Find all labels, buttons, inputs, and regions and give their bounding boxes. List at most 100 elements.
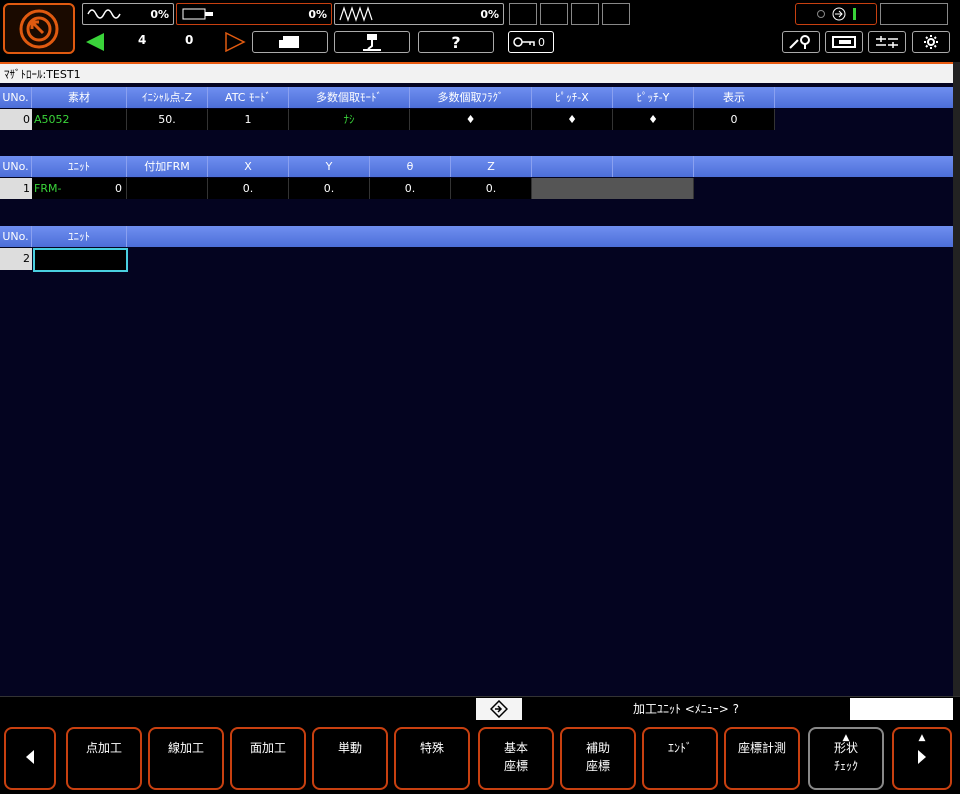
key-counter[interactable]: 0 xyxy=(508,31,554,53)
next-page-icon[interactable] xyxy=(222,30,248,54)
home-logo-button[interactable] xyxy=(3,3,75,54)
t1-multi-flag-cell[interactable]: ♦ xyxy=(410,109,532,130)
t2-col-z: Z xyxy=(451,156,532,177)
fkey-special[interactable]: 特殊 xyxy=(394,727,470,790)
input-mode-icon[interactable] xyxy=(476,698,522,720)
t3-col-unit: ﾕﾆｯﾄ xyxy=(32,226,127,247)
t1-multi-mode-cell[interactable]: ﾅｼ xyxy=(289,109,410,130)
zigzag-icon xyxy=(339,6,373,22)
connection-status[interactable] xyxy=(795,3,877,25)
status-slot-4 xyxy=(602,3,630,25)
t3-row-uno[interactable]: 2 xyxy=(0,248,32,270)
fkey-shape-check[interactable]: ▲ 形状 ﾁｪｯｸ xyxy=(808,727,884,790)
tool-data-button[interactable] xyxy=(825,31,863,53)
mazak-logo-icon xyxy=(19,9,59,48)
t2-frm-cell[interactable] xyxy=(127,178,208,199)
fkey-point-machining[interactable]: 点加工 xyxy=(66,727,142,790)
table-row: 0 A5052 50. 1 ﾅｼ ♦ ♦ ♦ 0 xyxy=(0,109,953,130)
t1-display-cell[interactable]: 0 xyxy=(694,109,775,130)
t1-col-atc-mode: ATC ﾓｰﾄﾞ xyxy=(208,87,289,108)
t2-col-frm: 付加FRM xyxy=(127,156,208,177)
status-slot-2 xyxy=(540,3,568,25)
t2-col-x: X xyxy=(208,156,289,177)
fkey-line-machining[interactable]: 線加工 xyxy=(148,727,224,790)
t1-col-multi-flag: 多数個取ﾌﾗｸﾞ xyxy=(410,87,532,108)
fkey-basic-coordinates-line1: 基本 xyxy=(503,741,528,755)
t1-col-pitch-x: ﾋﾟｯﾁ-X xyxy=(532,87,613,108)
fkey-end[interactable]: ｴﾝﾄﾞ xyxy=(642,727,718,790)
t2-unit-cell[interactable]: FRM- xyxy=(32,178,98,199)
fkey-face-machining[interactable]: 面加工 xyxy=(230,727,306,790)
counter-b: 0 xyxy=(185,33,194,47)
fkey-basic-coordinates-line2: 座標 xyxy=(503,759,528,773)
workpiece-icon xyxy=(279,36,299,48)
t2-z-cell[interactable]: 0. xyxy=(451,178,532,199)
maintenance-button[interactable] xyxy=(782,31,820,53)
status-bar-icon xyxy=(852,8,856,20)
t2-col-theta: θ xyxy=(370,156,451,177)
tool-button[interactable] xyxy=(334,31,410,53)
t2-y-cell[interactable]: 0. xyxy=(289,178,370,199)
status-dot-icon xyxy=(816,10,825,18)
t2-x-cell[interactable]: 0. xyxy=(208,178,289,199)
fkey-coordinate-measure[interactable]: 座標計測 xyxy=(724,727,800,790)
t1-material-cell[interactable]: A5052 xyxy=(32,109,127,130)
table-row: 2 xyxy=(0,248,953,272)
t2-col-unit: ﾕﾆｯﾄ xyxy=(32,156,127,177)
prompt-message: 加工ﾕﾆｯﾄ <ﾒﾆｭｰ> ? xyxy=(522,698,850,720)
meter3-value: 0% xyxy=(480,7,499,21)
status-slot-3 xyxy=(571,3,599,25)
key-count: 0 xyxy=(538,35,545,49)
meter2-value: 0% xyxy=(308,7,327,21)
t2-disabled-cell xyxy=(532,178,694,199)
program-editor: UNo. 素材 ｲﾆｼｬﾙ点-Z ATC ﾓｰﾄﾞ 多数個取ﾓｰﾄﾞ 多数個取ﾌ… xyxy=(0,83,953,696)
t1-pitch-y-cell[interactable]: ♦ xyxy=(613,109,694,130)
fkey-basic-coordinates[interactable]: 基本 座標 xyxy=(478,727,554,790)
table-row: 1 FRM- 0 0. 0. 0. 0. xyxy=(0,178,953,199)
settings-button[interactable] xyxy=(912,31,950,53)
t2-unit-number-cell[interactable]: 0 xyxy=(98,178,127,199)
t2-col-y: Y xyxy=(289,156,370,177)
counter-a: 4 xyxy=(138,33,147,47)
menu-next-button[interactable]: ▲ xyxy=(892,727,952,790)
fkey-aux-coordinates-line2: 座標 xyxy=(585,759,610,773)
t1-col-material: 素材 xyxy=(32,87,127,108)
t1-col-initial-z: ｲﾆｼｬﾙ点-Z xyxy=(127,87,208,108)
meter1-value: 0% xyxy=(150,7,169,21)
t1-col-display: 表示 xyxy=(694,87,775,108)
t1-row-uno[interactable]: 0 xyxy=(0,109,32,130)
fkey-aux-coordinates[interactable]: 補助 座標 xyxy=(560,727,636,790)
t2-col-uno: UNo. xyxy=(0,156,32,177)
wrench-pin-icon xyxy=(789,35,810,49)
t1-col-multi-mode: 多数個取ﾓｰﾄﾞ xyxy=(289,87,410,108)
tool-data-icon xyxy=(832,36,856,48)
key-icon xyxy=(513,37,535,47)
help-button[interactable]: ? xyxy=(418,31,494,53)
t3-unit-cursor-cell[interactable] xyxy=(33,248,128,272)
t2-theta-cell[interactable]: 0. xyxy=(370,178,451,199)
parameter-icon xyxy=(876,36,898,48)
fkey-manual[interactable]: 単動 xyxy=(312,727,388,790)
parameter-button[interactable] xyxy=(868,31,906,53)
t1-initial-z-cell[interactable]: 50. xyxy=(127,109,208,130)
t1-pitch-x-cell[interactable]: ♦ xyxy=(532,109,613,130)
chevron-left-icon xyxy=(26,750,34,764)
t2-row-uno[interactable]: 1 xyxy=(0,178,32,199)
t3-col-uno: UNo. xyxy=(0,226,32,247)
prev-page-icon[interactable] xyxy=(82,30,108,54)
t1-col-pitch-y: ﾋﾟｯﾁ-Y xyxy=(613,87,694,108)
status-slot-right xyxy=(880,3,948,25)
menu-prev-button[interactable] xyxy=(4,727,56,790)
chevron-right-icon xyxy=(918,750,926,764)
fkey-shape-check-line2: ﾁｪｯｸ xyxy=(833,759,858,773)
vertical-scrollbar[interactable] xyxy=(953,62,960,696)
wave-icon xyxy=(87,9,121,19)
t2-col-empty-2 xyxy=(613,156,694,177)
workpiece-button[interactable] xyxy=(252,31,328,53)
t1-atc-mode-cell[interactable]: 1 xyxy=(208,109,289,130)
data-input-field[interactable] xyxy=(850,698,953,720)
login-arrow-icon xyxy=(832,7,845,21)
status-slot-1 xyxy=(509,3,537,25)
gear-icon xyxy=(924,35,938,49)
t1-col-uno: UNo. xyxy=(0,87,32,108)
